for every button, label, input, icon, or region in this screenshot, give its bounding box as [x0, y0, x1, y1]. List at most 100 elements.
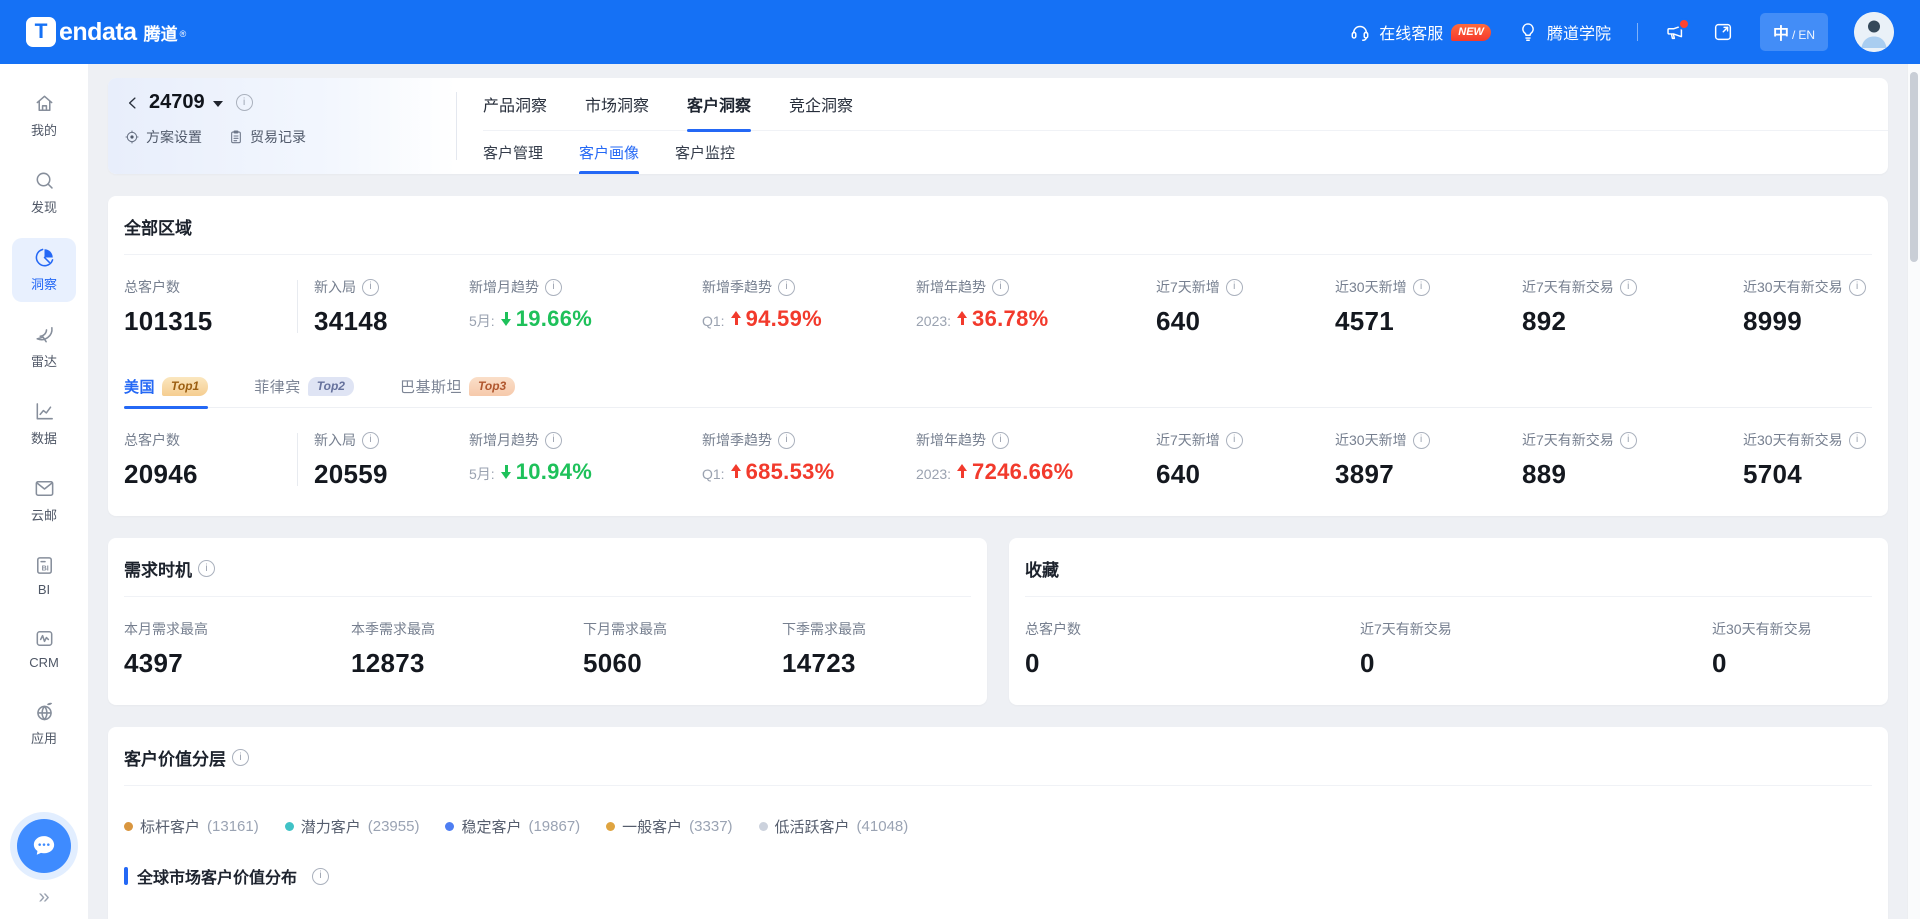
main-tab-0[interactable]: 产品洞察: [483, 78, 547, 130]
info-icon[interactable]: i: [1849, 279, 1866, 296]
trend-period: 5月:: [469, 464, 495, 484]
headset-icon: [1349, 21, 1371, 43]
fullscreen-button[interactable]: [1712, 21, 1734, 43]
trade-records-label: 贸易记录: [250, 127, 306, 147]
demand-timing-card: 需求时机 i 本月需求最高4397本季需求最高12873下月需求最高5060下季…: [108, 538, 987, 705]
sidebar-item-insight[interactable]: 洞察: [12, 238, 76, 302]
info-icon[interactable]: i: [1226, 432, 1243, 449]
legend-item-4[interactable]: 低活跃客户(41048): [759, 816, 909, 837]
stat-value: 892: [1522, 306, 1743, 337]
stat-label: 近30天新增: [1335, 277, 1407, 297]
stat-label: 新增季趋势: [702, 277, 772, 297]
legend-item-1[interactable]: 潜力客户(23955): [285, 816, 420, 837]
sidebar-item-home[interactable]: 我的: [12, 84, 76, 148]
sub-tab-2[interactable]: 客户监控: [675, 131, 735, 174]
trade-records-button[interactable]: 贸易记录: [228, 127, 306, 147]
sidebar-item-label: BI: [38, 582, 50, 597]
tiers-title-text: 客户价值分层: [124, 745, 226, 770]
info-icon[interactable]: i: [992, 279, 1009, 296]
stat-value: 10.94%: [516, 459, 592, 485]
stat-value: 3897: [1335, 459, 1522, 490]
stat-label: 新入局: [314, 430, 356, 450]
legend-name: 低活跃客户: [775, 816, 850, 837]
tendata-logo[interactable]: T endata 腾道 ®: [26, 17, 186, 47]
sidebar-item-apps-globe[interactable]: 应用: [12, 692, 76, 756]
lang-zh[interactable]: 中: [1773, 20, 1789, 44]
legend-dot-icon: [606, 822, 615, 831]
info-icon[interactable]: i: [1620, 279, 1637, 296]
app-root: T endata 腾道 ® 在线客服 NEW 腾道学院: [0, 0, 1920, 919]
country-tab-2[interactable]: 巴基斯坦Top3: [400, 365, 515, 407]
user-avatar[interactable]: [1854, 12, 1894, 52]
info-icon[interactable]: i: [1226, 279, 1243, 296]
trend-period: 2023:: [916, 466, 951, 482]
plan-header-card: 24709 i 方案设置 贸易记录: [108, 78, 1888, 174]
scrollbar-thumb[interactable]: [1910, 72, 1918, 262]
info-icon[interactable]: i: [198, 560, 215, 577]
legend-item-0[interactable]: 标杆客户(13161): [124, 816, 259, 837]
info-icon[interactable]: i: [1849, 432, 1866, 449]
info-icon[interactable]: i: [778, 279, 795, 296]
info-icon[interactable]: i: [1413, 432, 1430, 449]
stat-trend: 新增年趋势i2023:7246.66%: [916, 430, 1156, 490]
sidebar-collapse-button[interactable]: »: [38, 887, 49, 907]
announcements-button[interactable]: [1664, 21, 1686, 43]
main-tab-2[interactable]: 客户洞察: [687, 78, 751, 130]
sidebar-item-bi[interactable]: BIBI: [12, 546, 76, 606]
trend-value-row: Q1:94.59%: [702, 306, 916, 332]
language-switcher[interactable]: 中 / EN: [1760, 13, 1828, 51]
chat-button[interactable]: [17, 819, 71, 873]
stat-label-row: 本季需求最高: [351, 619, 583, 639]
sidebar-item-data-chart[interactable]: 数据: [12, 392, 76, 456]
info-icon[interactable]: i: [362, 279, 379, 296]
legend-dot-icon: [124, 822, 133, 831]
main-tab-3[interactable]: 竞企洞察: [789, 78, 853, 130]
sidebar-item-label: 云邮: [31, 505, 57, 524]
online-service-link[interactable]: 在线客服 NEW: [1349, 20, 1491, 44]
sidebar-item-mail[interactable]: 云邮: [12, 469, 76, 533]
lang-en[interactable]: EN: [1798, 28, 1815, 42]
back-button[interactable]: [124, 94, 142, 112]
info-icon[interactable]: i: [545, 279, 562, 296]
stat-label: 近7天新增: [1156, 277, 1220, 297]
stat-metric: 下季需求最高14723: [782, 619, 971, 679]
sidebar-item-label: 应用: [31, 728, 57, 747]
stat-label: 新增月趋势: [469, 430, 539, 450]
stat-label-row: 近30天新增i: [1335, 430, 1522, 450]
sidebar-item-radar[interactable]: 雷达: [12, 315, 76, 379]
info-icon[interactable]: i: [232, 749, 249, 766]
stat-label: 新增月趋势: [469, 277, 539, 297]
plan-settings-button[interactable]: 方案设置: [124, 127, 202, 147]
caret-down-icon[interactable]: [213, 101, 223, 107]
logo-wordmark: endata: [59, 18, 137, 47]
info-icon[interactable]: i: [778, 432, 795, 449]
sidebar-item-label: 雷达: [31, 351, 57, 370]
info-icon[interactable]: i: [545, 432, 562, 449]
page-scrollbar[interactable]: [1907, 64, 1920, 919]
sub-tab-0[interactable]: 客户管理: [483, 131, 543, 174]
sidebar-item-label: 数据: [31, 428, 57, 447]
sidebar-item-search[interactable]: 发现: [12, 161, 76, 225]
global-distribution-heading: 全球市场客户价值分布 i: [124, 864, 1872, 888]
country-tab-1[interactable]: 菲律宾Top2: [254, 365, 354, 407]
info-icon[interactable]: i: [1620, 432, 1637, 449]
plan-info-icon[interactable]: i: [236, 94, 253, 111]
plan-id[interactable]: 24709: [149, 91, 205, 114]
radar-icon: [33, 323, 56, 346]
country-tab-0[interactable]: 美国Top1: [124, 365, 208, 407]
info-icon[interactable]: i: [362, 432, 379, 449]
stat-metric: 近7天新增i640: [1156, 277, 1335, 337]
legend-item-3[interactable]: 一般客户(3337): [606, 816, 732, 837]
legend-item-2[interactable]: 稳定客户(19867): [445, 816, 580, 837]
info-icon[interactable]: i: [312, 868, 329, 885]
sub-tab-1[interactable]: 客户画像: [579, 131, 639, 174]
stat-trend: 新增月趋势i5月:19.66%: [469, 277, 702, 337]
plan-settings-label: 方案设置: [146, 127, 202, 147]
info-icon[interactable]: i: [1413, 279, 1430, 296]
main-tab-1[interactable]: 市场洞察: [585, 78, 649, 130]
sidebar-item-crm[interactable]: CRM: [12, 619, 76, 679]
info-icon[interactable]: i: [992, 432, 1009, 449]
favorites-card: 收藏 总客户数0近7天有新交易0近30天有新交易0: [1009, 538, 1888, 705]
academy-link[interactable]: 腾道学院: [1517, 20, 1611, 44]
arrow-up-icon: [957, 311, 968, 326]
